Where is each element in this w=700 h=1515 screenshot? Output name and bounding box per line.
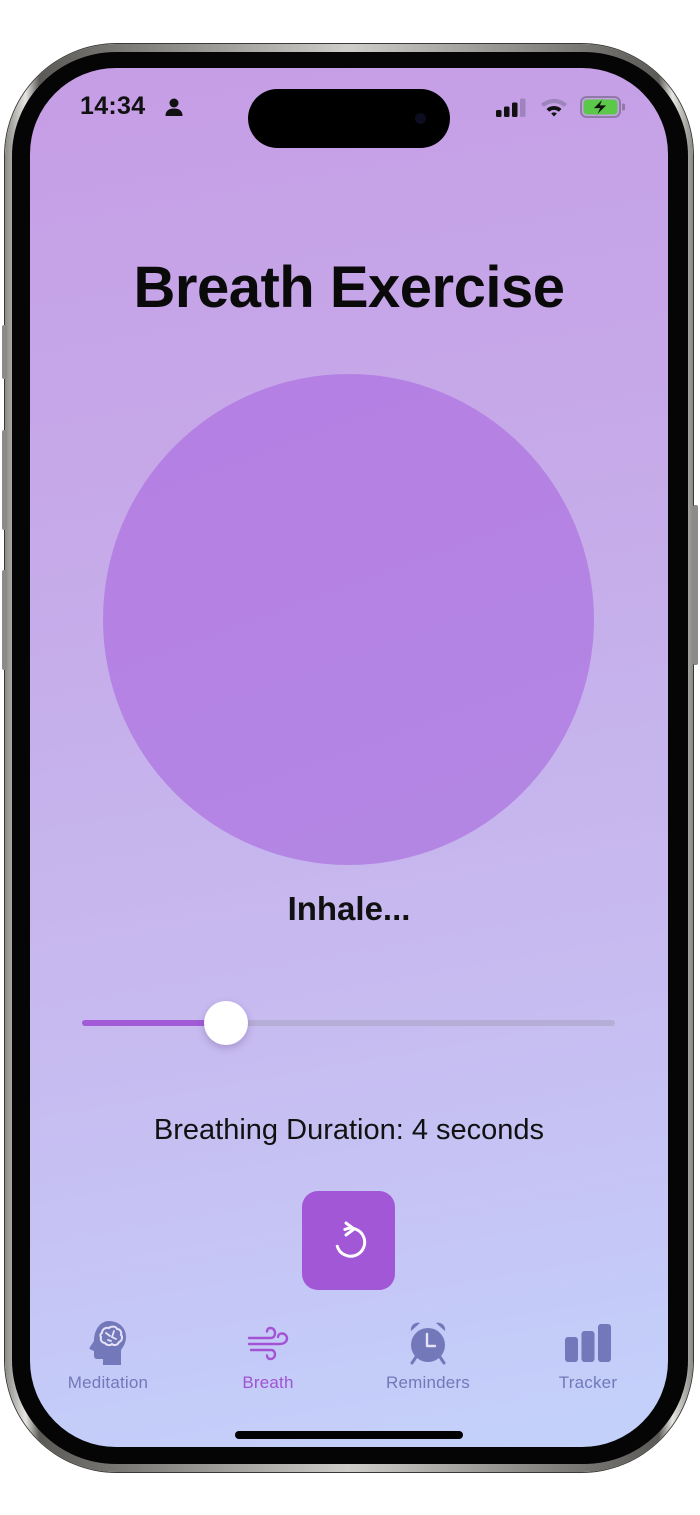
tab-reminders[interactable]: Reminders <box>348 1318 508 1393</box>
brain-head-icon <box>89 1321 126 1365</box>
breath-phase-label: Inhale... <box>287 890 411 927</box>
home-indicator[interactable] <box>235 1431 463 1439</box>
wind-icon <box>247 1326 289 1361</box>
tab-label: Tracker <box>558 1373 618 1392</box>
cellular-signal-icon <box>496 98 526 117</box>
slider-thumb[interactable] <box>203 1001 248 1045</box>
tab-meditation[interactable]: Meditation <box>30 1318 188 1393</box>
dynamic-island <box>248 89 450 148</box>
tab-label: Reminders <box>386 1373 470 1392</box>
status-time: 14:34 <box>80 92 146 120</box>
power-button <box>693 505 698 665</box>
reset-button[interactable] <box>302 1191 395 1290</box>
tab-breath[interactable]: Breath <box>188 1318 348 1393</box>
front-camera <box>415 113 426 124</box>
action-button <box>2 325 7 379</box>
volume-down-button <box>2 570 7 670</box>
bar-chart-icon <box>565 1324 611 1362</box>
duration-label: Breathing Duration: 4 seconds <box>153 1114 545 1146</box>
breath-circle <box>103 374 594 865</box>
tab-label: Breath <box>242 1373 294 1392</box>
app-screen: 14:34 Breath Exercise Inhale... Breathin… <box>30 68 668 1447</box>
wifi-icon <box>541 98 567 117</box>
battery-charging-icon <box>580 96 625 118</box>
arrow-clockwise-icon <box>335 1221 366 1258</box>
page-title: Breath Exercise <box>133 255 565 320</box>
tab-bar: Meditation Breath Reminders Tracker <box>30 1318 668 1398</box>
duration-slider[interactable] <box>82 1001 615 1045</box>
tab-tracker[interactable]: Tracker <box>508 1318 668 1393</box>
volume-up-button <box>2 430 7 530</box>
tab-label: Meditation <box>67 1373 149 1392</box>
person-fill-icon <box>165 98 183 116</box>
alarm-clock-icon <box>410 1322 446 1365</box>
